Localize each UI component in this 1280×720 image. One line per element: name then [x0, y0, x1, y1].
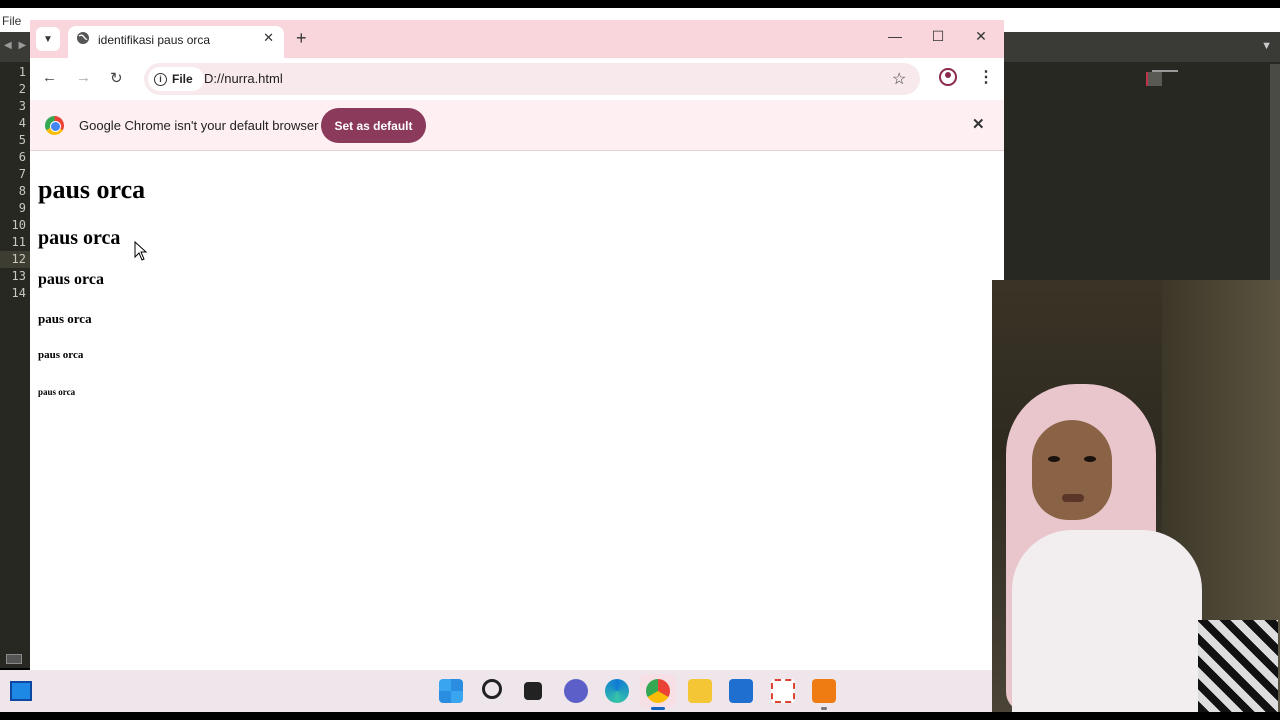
heading-h2: paus orca: [38, 227, 121, 249]
tab-close-icon[interactable]: ✕: [263, 30, 274, 46]
mouse-cursor-icon: [134, 241, 148, 261]
task-view-icon[interactable]: [524, 682, 542, 700]
address-bar[interactable]: i File D://nurra.html ☆: [144, 63, 920, 95]
browser-tab-active[interactable]: identifikasi paus orca ✕: [68, 26, 284, 58]
chrome-icon[interactable]: [646, 679, 670, 703]
line-number: 6: [18, 150, 26, 164]
line-number: 11: [11, 235, 26, 249]
line-number: 8: [18, 184, 26, 198]
profile-avatar-icon[interactable]: [939, 68, 957, 86]
chrome-logo-icon: [45, 116, 64, 135]
new-tab-button[interactable]: +: [296, 28, 307, 49]
line-number: 14: [11, 286, 26, 300]
chrome-toolbar: ← → ↻ i File D://nurra.html ☆: [30, 58, 1004, 100]
line-number: 4: [18, 116, 26, 130]
file-explorer-icon[interactable]: [688, 679, 712, 703]
windows-start-icon[interactable]: [439, 679, 463, 703]
snipping-tool-icon[interactable]: [771, 679, 795, 703]
infobar-message: Google Chrome isn't your default browser: [79, 118, 319, 133]
page-content: paus orca paus orca paus orca paus orca …: [30, 151, 1004, 670]
line-number: 13: [11, 269, 26, 283]
chrome-menu-icon[interactable]: ⋮: [978, 67, 994, 87]
chrome-titlebar: ▼ identifikasi paus orca ✕ + — ☐ ✕: [30, 20, 1004, 58]
tab-search-chevron-icon[interactable]: ▼: [36, 27, 60, 51]
heading-h6: paus orca: [38, 387, 76, 397]
editor-tab-dropdown-icon[interactable]: ▼: [1261, 40, 1272, 52]
heading-h1: paus orca: [38, 175, 146, 204]
infobar-close-icon[interactable]: ✕: [972, 115, 985, 133]
default-browser-infobar: Google Chrome isn't your default browser…: [30, 100, 1004, 151]
webcam-video-overlay: [992, 280, 1280, 712]
line-number: 5: [18, 133, 26, 147]
heading-h5: paus orca: [38, 349, 84, 361]
bookmark-star-icon[interactable]: ☆: [892, 69, 906, 89]
back-button[interactable]: ←: [42, 69, 57, 86]
webcam-person-eye: [1084, 456, 1096, 462]
webcam-person-mouth: [1062, 494, 1084, 502]
editor-status-panel-icon[interactable]: [6, 654, 22, 664]
widgets-icon[interactable]: [10, 681, 32, 701]
reload-button[interactable]: ↻: [110, 69, 123, 87]
webcam-person-face: [1032, 420, 1112, 520]
editor-tab-nav-arrows[interactable]: ◀ ▶: [4, 40, 28, 51]
forward-button[interactable]: →: [76, 69, 91, 86]
line-number: 9: [18, 201, 26, 215]
line-number: 3: [18, 99, 26, 113]
window-maximize-button[interactable]: ☐: [928, 28, 948, 45]
webcam-patterned-pillow: [1198, 620, 1278, 712]
window-close-button[interactable]: ✕: [971, 28, 991, 45]
info-icon: i: [154, 72, 167, 86]
heading-h4: paus orca: [38, 311, 92, 326]
line-number: 2: [18, 82, 26, 96]
meet-icon[interactable]: [564, 679, 588, 703]
active-app-indicator: [651, 707, 665, 710]
editor-minimap[interactable]: [1146, 70, 1178, 86]
site-info-chip[interactable]: i File: [148, 67, 204, 91]
url-text[interactable]: D://nurra.html: [204, 71, 283, 86]
chrome-window: ▼ identifikasi paus orca ✕ + — ☐ ✕ ← → ↻…: [30, 20, 1004, 670]
heading-h3: paus orca: [38, 271, 104, 288]
running-app-indicator: [821, 707, 827, 710]
site-chip-label: File: [172, 72, 193, 86]
globe-icon: [77, 32, 89, 44]
line-number-current: 12: [0, 251, 30, 268]
webcam-person-shirt: [1012, 530, 1202, 712]
edge-icon[interactable]: [605, 679, 629, 703]
search-icon[interactable]: [482, 679, 502, 699]
webcam-person-eye: [1048, 456, 1060, 462]
window-minimize-button[interactable]: —: [885, 28, 905, 44]
line-number: 7: [18, 167, 26, 181]
sublime-text-icon[interactable]: [812, 679, 836, 703]
editor-menu-file[interactable]: File: [2, 14, 21, 28]
line-number: 10: [11, 218, 26, 232]
store-icon[interactable]: [729, 679, 753, 703]
line-number-gutter: 1 2 3 4 5 6 7 8 9 10 11 12 13 14: [0, 64, 30, 302]
line-number: 1: [18, 65, 26, 79]
minimap-viewport[interactable]: [1146, 72, 1162, 86]
set-as-default-button[interactable]: Set as default: [321, 108, 426, 143]
tab-title: identifikasi paus orca: [98, 33, 211, 47]
windows-taskbar: [0, 670, 992, 712]
